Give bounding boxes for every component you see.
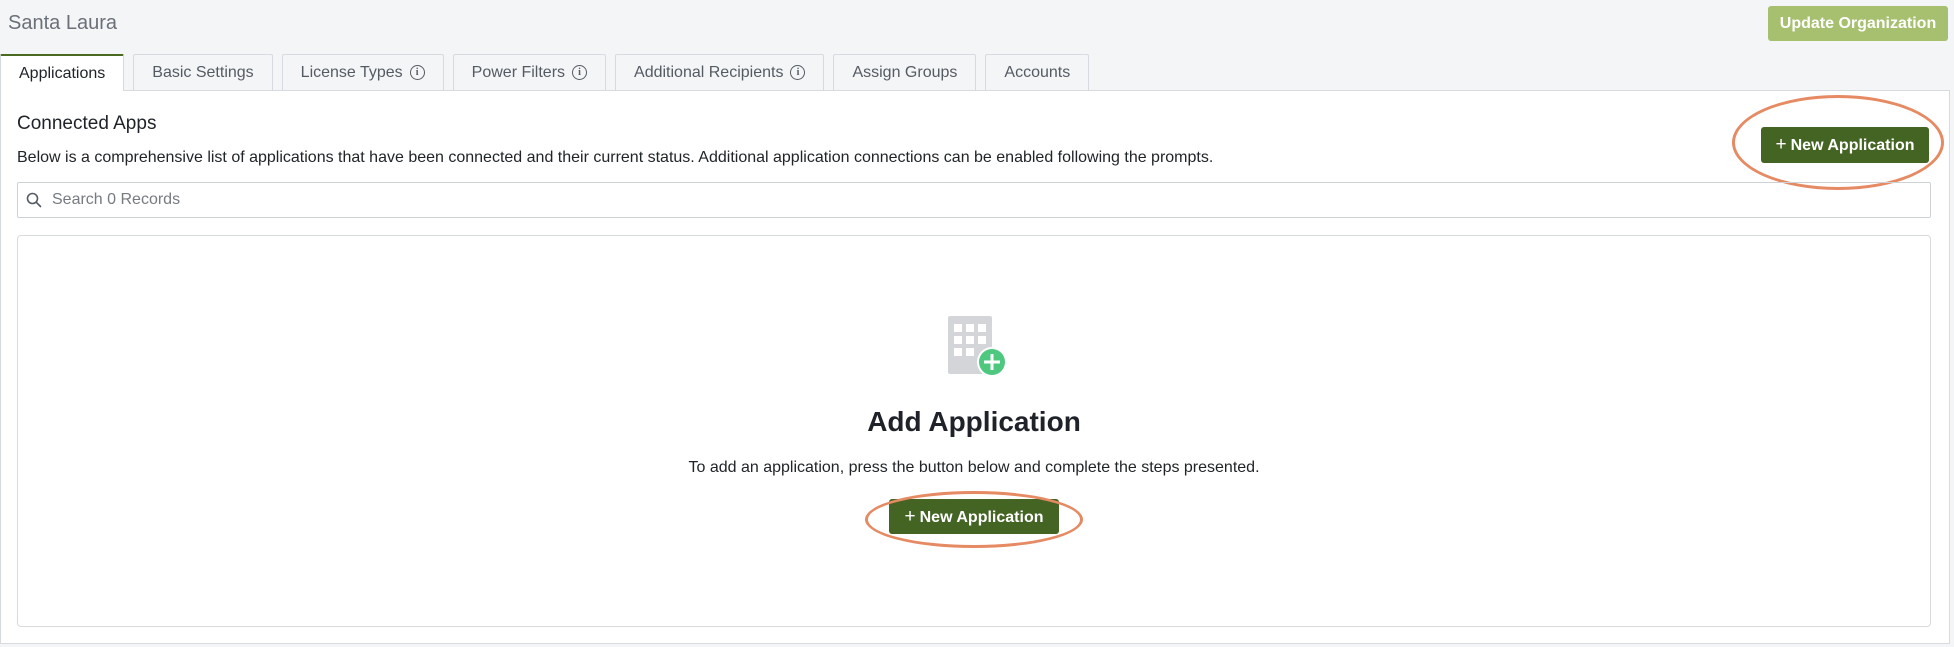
search-box bbox=[17, 182, 1931, 218]
applications-panel: Connected Apps Below is a comprehensive … bbox=[0, 90, 1950, 644]
plus-icon: + bbox=[1775, 134, 1787, 155]
plus-icon: + bbox=[904, 505, 916, 527]
org-title: Santa Laura bbox=[8, 12, 117, 34]
tab-label: License Types bbox=[300, 63, 403, 81]
button-label: New Application bbox=[919, 508, 1044, 526]
empty-state-title: Add Application bbox=[867, 406, 1081, 437]
tab-accounts[interactable]: Accounts bbox=[985, 54, 1090, 90]
section-description: Below is a comprehensive list of applica… bbox=[17, 149, 1214, 166]
empty-state: Add Application To add an application, p… bbox=[17, 235, 1931, 627]
tab-bar: Applications Basic Settings License Type… bbox=[0, 54, 1098, 91]
building-add-icon bbox=[946, 316, 1007, 377]
search-icon bbox=[18, 183, 50, 217]
new-application-button[interactable]: + New Application bbox=[1761, 127, 1929, 163]
tab-assign-groups[interactable]: Assign Groups bbox=[833, 54, 977, 90]
empty-state-description: To add an application, press the button … bbox=[688, 459, 1260, 476]
info-icon[interactable]: i bbox=[409, 65, 425, 80]
tab-additional-recipients[interactable]: Additional Recipients i bbox=[615, 54, 825, 90]
update-organization-button[interactable]: Update Organization bbox=[1768, 6, 1948, 41]
tab-label: Basic Settings bbox=[152, 63, 254, 81]
button-label: New Application bbox=[1790, 137, 1915, 154]
section-title: Connected Apps bbox=[17, 113, 157, 134]
tab-license-types[interactable]: License Types i bbox=[281, 54, 444, 90]
info-icon[interactable]: i bbox=[572, 65, 588, 80]
tab-power-filters[interactable]: Power Filters i bbox=[452, 54, 607, 90]
search-input[interactable] bbox=[50, 184, 1930, 216]
tab-basic-settings[interactable]: Basic Settings bbox=[133, 54, 273, 90]
new-application-button[interactable]: + New Application bbox=[889, 499, 1059, 534]
tab-label: Accounts bbox=[1004, 63, 1071, 81]
tab-label: Applications bbox=[19, 64, 106, 82]
tab-label: Additional Recipients bbox=[634, 63, 784, 81]
tab-label: Power Filters bbox=[471, 63, 566, 81]
tab-applications[interactable]: Applications bbox=[0, 54, 125, 91]
info-icon[interactable]: i bbox=[790, 65, 806, 80]
tab-label: Assign Groups bbox=[852, 63, 958, 81]
